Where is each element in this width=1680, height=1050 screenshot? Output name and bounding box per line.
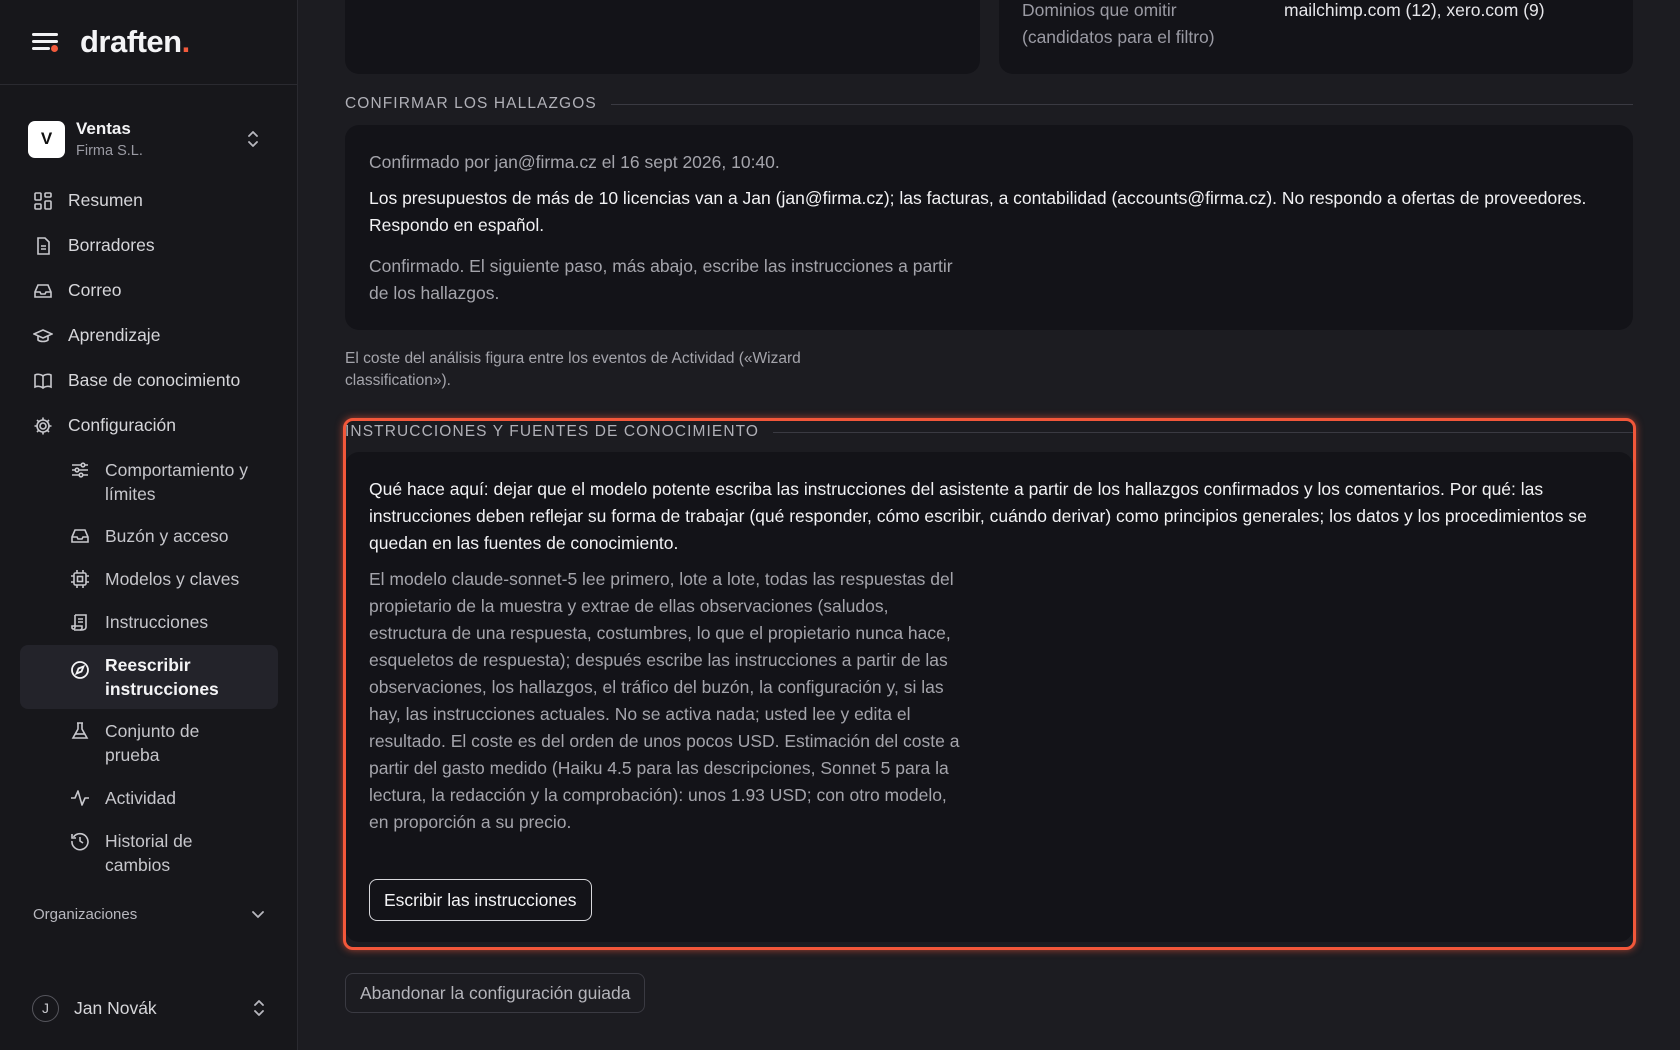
- top-left-card: [345, 0, 980, 74]
- findings-text: Los presupuestos de más de 10 licencias …: [369, 188, 1587, 235]
- instructions-what-text: Qué hace aquí: dejar que el modelo poten…: [369, 479, 1587, 553]
- chip-icon: [71, 570, 89, 588]
- app-logo[interactable]: draften.: [80, 24, 190, 60]
- nav-item-borradores[interactable]: Borradores: [33, 235, 155, 256]
- instructions-section-title: INSTRUCCIONES Y FUENTES DE CONOCIMIENTO: [345, 423, 1633, 441]
- organizations-section-toggle[interactable]: Organizaciones: [33, 906, 265, 923]
- nav-item-base-de-conocimiento[interactable]: Base de conocimiento: [33, 370, 240, 391]
- abandon-guided-setup-button[interactable]: Abandonar la configuración guiada: [345, 973, 646, 1013]
- grid-icon: [34, 191, 52, 210]
- nav-label: Resumen: [68, 190, 143, 210]
- subnav-item-reescribir[interactable]: Reescribir instrucciones: [20, 645, 278, 709]
- subnav-label: Comportamiento y límites: [105, 460, 248, 504]
- skip-domains-key: Dominios que omitir (candidatos para el …: [1022, 0, 1215, 47]
- nav-item-configuracion[interactable]: Configuración: [33, 415, 176, 436]
- write-instructions-button[interactable]: Escribir las instrucciones: [369, 879, 592, 921]
- org-avatar: V: [28, 120, 65, 158]
- confirm-card: Confirmado por jan@firma.cz el 16 sept 2…: [345, 125, 1633, 330]
- subnav-item-modelos[interactable]: Modelos y claves: [70, 567, 239, 591]
- menu-icon[interactable]: [32, 31, 60, 53]
- graduation-cap-icon: [33, 328, 53, 342]
- book-icon: [34, 373, 52, 389]
- logo-row: draften.: [0, 0, 297, 85]
- chevron-down-icon: [252, 910, 264, 918]
- organizations-label: Organizaciones: [33, 906, 138, 923]
- org-subtitle: Firma S.L.: [76, 143, 143, 159]
- instructions-detail-text: El modelo claude-sonnet-5 lee primero, l…: [369, 569, 960, 832]
- subnav-label: Buzón y acceso: [105, 526, 229, 546]
- nav-label: Correo: [68, 280, 122, 300]
- nav-label: Configuración: [68, 415, 176, 435]
- next-step-text: Confirmado. El siguiente paso, más abajo…: [369, 256, 953, 303]
- nav-item-correo[interactable]: Correo: [33, 280, 122, 301]
- document-icon: [37, 236, 50, 255]
- user-name: Jan Novák: [74, 997, 157, 1018]
- activity-icon: [71, 790, 89, 806]
- nav-label: Aprendizaje: [68, 325, 161, 345]
- user-menu[interactable]: J Jan Novák: [32, 994, 268, 1022]
- confirm-section-title: CONFIRMAR LOS HALLAZGOS: [345, 95, 1633, 113]
- subnav-item-conjunto-prueba[interactable]: Conjunto de prueba: [70, 719, 250, 767]
- sidebar: draften. V Ventas Firma S.L. Resumen Bor…: [0, 0, 298, 1050]
- org-switcher[interactable]: V Ventas Firma S.L.: [28, 117, 268, 161]
- subnav-label: Reescribir instrucciones: [105, 655, 219, 699]
- cost-note: El coste del análisis figura entre los e…: [345, 350, 801, 389]
- confirmed-by-text: Confirmado por jan@firma.cz el 16 sept 2…: [369, 152, 780, 172]
- inbox-icon: [34, 283, 52, 298]
- history-icon: [71, 832, 89, 851]
- subnav-label: Instrucciones: [105, 612, 209, 632]
- inbox-icon: [71, 529, 89, 543]
- subnav-label: Modelos y claves: [105, 569, 240, 589]
- gear-icon: [34, 417, 52, 434]
- chevron-up-down-icon: [248, 131, 258, 147]
- flask-icon: [71, 722, 89, 739]
- nav-item-aprendizaje[interactable]: Aprendizaje: [33, 325, 160, 346]
- instructions-card: Qué hace aquí: dejar que el modelo poten…: [345, 452, 1633, 942]
- subnav-item-buzon[interactable]: Buzón y acceso: [70, 524, 229, 548]
- chevron-up-down-icon: [254, 1000, 264, 1016]
- nav-item-resumen[interactable]: Resumen: [33, 190, 143, 211]
- org-name: Ventas: [76, 119, 131, 138]
- nav-label: Borradores: [68, 235, 155, 255]
- subnav-label: Conjunto de prueba: [105, 721, 200, 765]
- scroll-icon: [71, 614, 87, 631]
- subnav-item-actividad[interactable]: Actividad: [70, 786, 176, 810]
- subnav-item-comportamiento[interactable]: Comportamiento y límites: [70, 458, 270, 506]
- skip-domains-value: mailchimp.com (12), xero.com (9): [1284, 0, 1545, 20]
- subnav-item-instrucciones[interactable]: Instrucciones: [70, 610, 208, 634]
- sliders-icon: [72, 462, 88, 478]
- nav-label: Base de conocimiento: [68, 370, 241, 390]
- user-avatar: J: [32, 994, 59, 1022]
- subnav-item-historial[interactable]: Historial de cambios: [70, 829, 230, 877]
- subnav-label: Historial de cambios: [105, 831, 193, 875]
- compass-icon: [71, 661, 89, 679]
- subnav-label: Actividad: [105, 788, 177, 808]
